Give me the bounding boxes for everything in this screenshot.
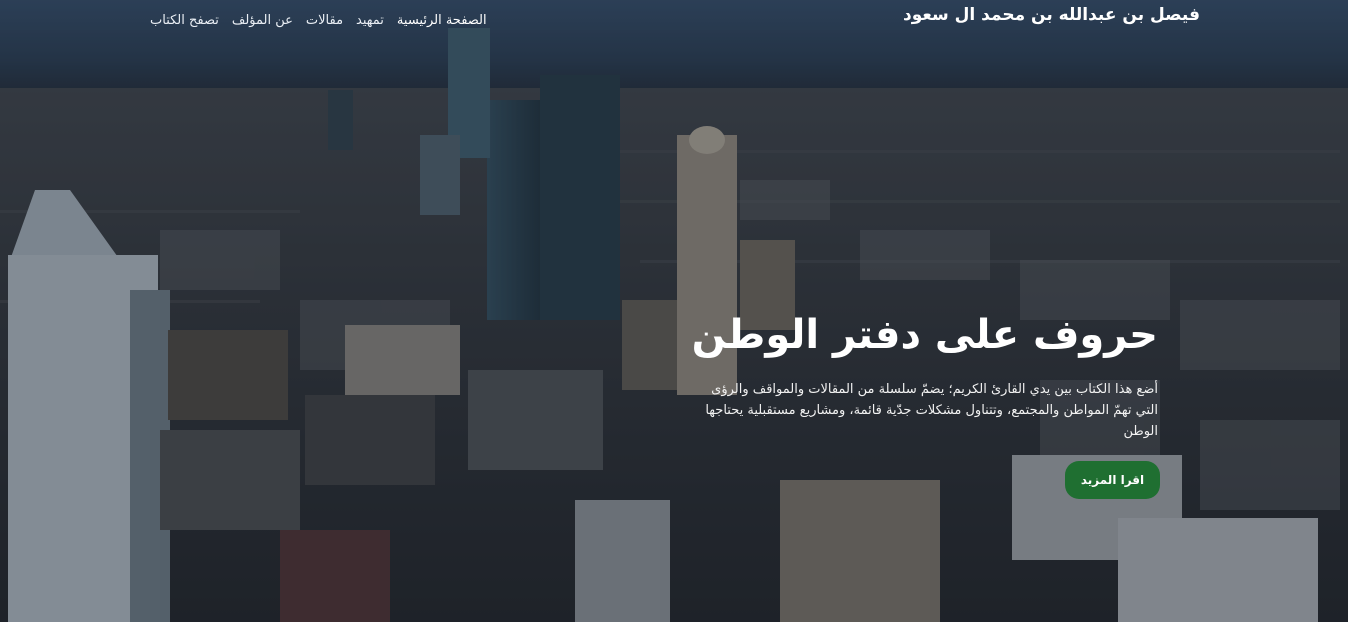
- nav-browse-book[interactable]: تصفح الكتاب: [150, 12, 219, 30]
- hero-intro: أضع هذا الكتاب بين يدي القارئ الكريم؛ يض…: [705, 382, 1158, 439]
- nav-about-author[interactable]: عن المؤلف: [232, 12, 293, 30]
- read-more-button[interactable]: اقرا المزيد: [1065, 461, 1160, 499]
- main-nav: تصفح الكتاب عن المؤلف مقالات تمهيد الصفح…: [150, 12, 487, 30]
- nav-home[interactable]: الصفحة الرئيسية: [397, 12, 487, 30]
- hero-headline: حروف على دفتر الوطن: [691, 312, 1158, 358]
- hero-content: حروف على دفتر الوطن أضع هذا الكتاب بين ي…: [691, 305, 1158, 442]
- nav-articles[interactable]: مقالات: [306, 12, 343, 30]
- site-title[interactable]: فيصل بن عبدالله بن محمد ال سعود: [903, 4, 1200, 26]
- nav-preface[interactable]: تمهيد: [356, 12, 384, 30]
